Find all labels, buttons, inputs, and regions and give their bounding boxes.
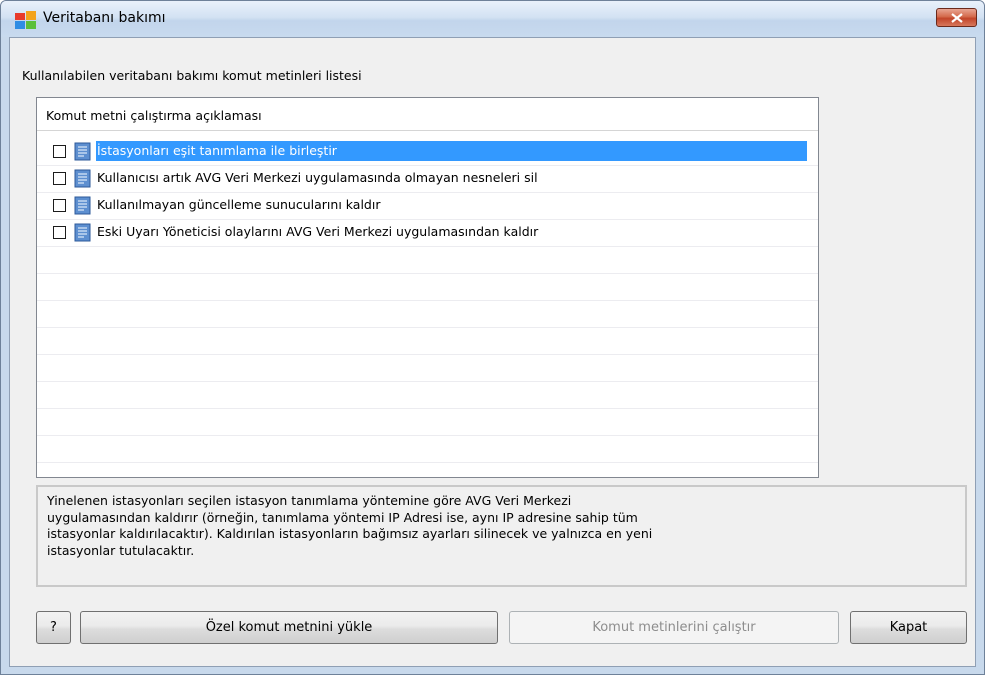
list-item[interactable]: İstasyonları eşit tanımlama ile birleşti… <box>37 139 818 166</box>
description-line: istasyonlar kaldırılacaktır). Kaldırılan… <box>47 526 653 541</box>
script-icon <box>74 169 91 188</box>
load-custom-script-label: Özel komut metnini yükle <box>205 620 373 635</box>
list-item-label: Kullanılmayan güncelleme sunucularını ka… <box>97 197 381 212</box>
list-item[interactable]: Eski Uyarı Yöneticisi olaylarını AVG Ver… <box>37 220 818 247</box>
window-title: Veritabanı bakımı <box>43 10 166 26</box>
title-bar[interactable]: Veritabanı bakımı <box>1 1 984 37</box>
empty-row <box>37 328 818 355</box>
run-scripts-label: Komut metinlerini çalıştır <box>592 620 756 635</box>
empty-row <box>37 274 818 301</box>
run-scripts-button[interactable]: Komut metinlerini çalıştır <box>509 611 839 644</box>
item-checkbox[interactable] <box>53 172 66 185</box>
column-header[interactable]: Komut metni çalıştırma açıklaması <box>37 98 818 131</box>
load-custom-script-button[interactable]: Özel komut metnini yükle <box>80 611 498 644</box>
list-item-label: İstasyonları eşit tanımlama ile birleşti… <box>96 141 807 161</box>
list-caption: Kullanılabilen veritabanı bakımı komut m… <box>22 68 362 83</box>
item-checkbox[interactable] <box>53 226 66 239</box>
avg-app-icon <box>15 11 36 29</box>
script-icon <box>74 142 91 161</box>
script-list[interactable]: Komut metni çalıştırma açıklaması İstasy… <box>36 97 819 478</box>
close-button[interactable]: Kapat <box>850 611 967 644</box>
empty-row <box>37 382 818 409</box>
script-icon <box>74 196 91 215</box>
empty-row <box>37 301 818 328</box>
help-button-label: ? <box>50 620 57 635</box>
empty-row <box>37 355 818 382</box>
close-window-button[interactable] <box>936 8 977 27</box>
list-item[interactable]: Kullanıcısı artık AVG Veri Merkezi uygul… <box>37 166 818 193</box>
empty-row <box>37 247 818 274</box>
description-line: uygulamasından kaldırır (örneğin, tanıml… <box>47 509 638 525</box>
empty-row <box>37 409 818 436</box>
close-icon <box>950 12 963 23</box>
help-button[interactable]: ? <box>36 611 71 644</box>
item-checkbox[interactable] <box>53 145 66 158</box>
script-rows: İstasyonları eşit tanımlama ile birleşti… <box>37 139 818 463</box>
list-item[interactable]: Kullanılmayan güncelleme sunucularını ka… <box>37 193 818 220</box>
dialog-client-area: Kullanılabilen veritabanı bakımı komut m… <box>9 37 976 667</box>
dialog-window: Veritabanı bakımı Kullanılabilen veritab… <box>0 0 985 675</box>
description-line: istasyonlar tutulacaktır. <box>47 542 195 558</box>
list-item-label: Eski Uyarı Yöneticisi olaylarını AVG Ver… <box>97 224 539 239</box>
description-line: Yinelenen istasyonları seçilen istasyon … <box>47 493 572 508</box>
item-checkbox[interactable] <box>53 199 66 212</box>
description-panel: Yinelenen istasyonları seçilen istasyon … <box>36 485 967 587</box>
list-item-label: Kullanıcısı artık AVG Veri Merkezi uygul… <box>97 170 538 185</box>
empty-row <box>37 436 818 463</box>
column-header-label: Komut metni çalıştırma açıklaması <box>46 108 262 123</box>
close-button-label: Kapat <box>889 620 928 635</box>
script-icon <box>74 223 91 242</box>
